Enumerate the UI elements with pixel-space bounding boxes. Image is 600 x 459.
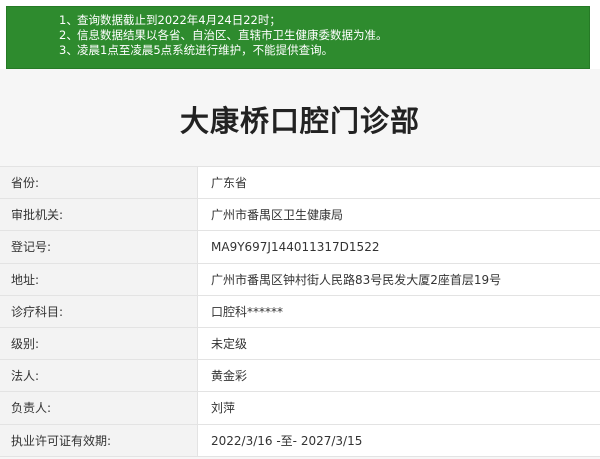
row-value: 未定级 bbox=[198, 327, 600, 360]
row-label: 登记号: bbox=[0, 231, 198, 263]
notice-line-text: 信息数据结果以各省、自治区、直辖市卫生健康委数据为准。 bbox=[77, 28, 388, 42]
notice-line-number: 3、 bbox=[59, 43, 78, 57]
notice-line-3: 3、凌晨1点至凌晨5点系统进行维护，不能提供查询。 bbox=[59, 43, 589, 58]
row-value: 广东省 bbox=[198, 167, 600, 199]
row-label: 诊疗科目: bbox=[0, 295, 198, 327]
table-row: 地址: 广州市番禺区钟村街人民路83号民发大厦2座首层19号 bbox=[0, 263, 600, 296]
table-row: 诊疗科目: 口腔科****** bbox=[0, 295, 600, 328]
notice-line-text: 凌晨1点至凌晨5点系统进行维护，不能提供查询。 bbox=[77, 43, 334, 57]
table-row: 级别: 未定级 bbox=[0, 327, 600, 361]
row-value: 口腔科****** bbox=[198, 295, 600, 327]
table-row: 审批机关: 广州市番禺区卫生健康局 bbox=[0, 199, 600, 232]
row-label: 负责人: bbox=[0, 392, 198, 424]
notice-line-number: 2、 bbox=[59, 28, 78, 42]
row-value: 广州市番禺区钟村街人民路83号民发大厦2座首层19号 bbox=[198, 263, 600, 295]
row-label: 省份: bbox=[0, 167, 198, 199]
table-row: 省份: 广东省 bbox=[0, 167, 600, 200]
row-value: MA9Y697J144011317D1522 bbox=[198, 231, 600, 263]
notice-line-2: 2、信息数据结果以各省、自治区、直辖市卫生健康委数据为准。 bbox=[59, 28, 589, 43]
row-value: 广州市番禺区卫生健康局 bbox=[198, 199, 600, 231]
row-label: 级别: bbox=[0, 327, 198, 360]
row-label: 法人: bbox=[0, 360, 198, 392]
table-row: 执业许可证有效期: 2022/3/16 -至- 2027/3/15 bbox=[0, 424, 600, 457]
row-label: 执业许可证有效期: bbox=[0, 424, 198, 456]
row-value: 黄金彩 bbox=[198, 360, 600, 392]
table-row: 法人: 黄金彩 bbox=[0, 360, 600, 393]
table-row: 负责人: 刘萍 bbox=[0, 392, 600, 425]
notice-banner: 1、查询数据截止到2022年4月24日22时； 2、信息数据结果以各省、自治区、… bbox=[6, 6, 590, 69]
notice-line-1: 1、查询数据截止到2022年4月24日22时； bbox=[59, 13, 589, 28]
notice-line-text: 查询数据截止到2022年4月24日22时； bbox=[77, 13, 281, 27]
notice-line-number: 1、 bbox=[59, 13, 78, 27]
page-title: 大康桥口腔门诊部 bbox=[179, 104, 420, 138]
clinic-info-table: 省份: 广东省 审批机关: 广州市番禺区卫生健康局 登记号: MA9Y697J1… bbox=[0, 166, 600, 457]
row-label: 地址: bbox=[0, 263, 198, 295]
row-label: 审批机关: bbox=[0, 199, 198, 231]
table-row: 登记号: MA9Y697J144011317D1522 bbox=[0, 231, 600, 264]
row-value: 2022/3/16 -至- 2027/3/15 bbox=[198, 424, 600, 456]
row-value: 刘萍 bbox=[198, 392, 600, 424]
